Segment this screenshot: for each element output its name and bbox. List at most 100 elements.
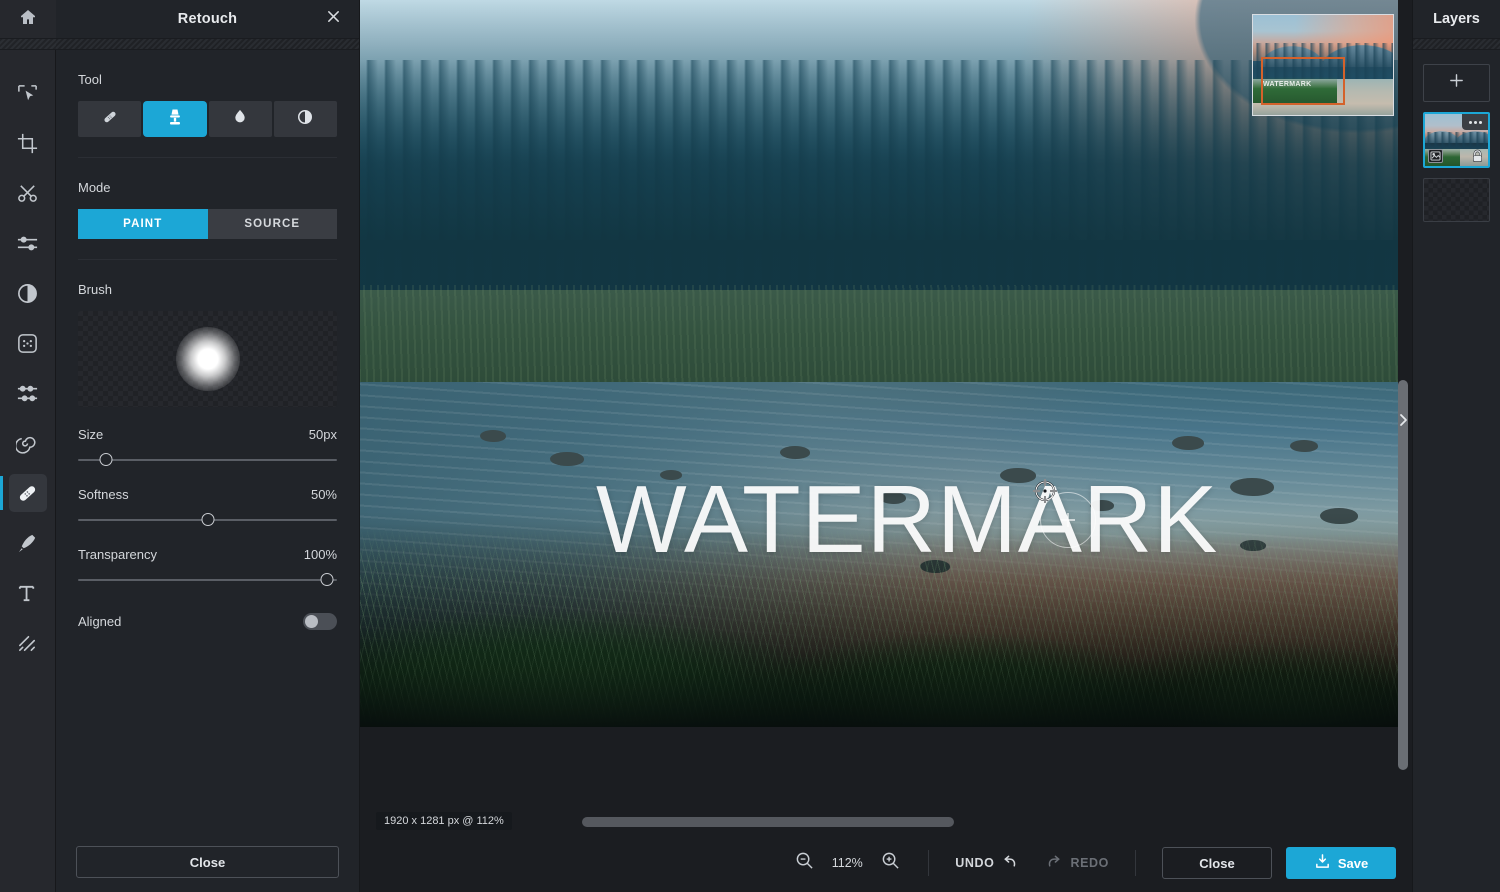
pen-nib-icon [9, 524, 47, 562]
slider-softness: Softness 50% [78, 487, 337, 527]
spiral-icon [9, 424, 47, 462]
retouch-panel: Retouch Tool [56, 0, 360, 892]
zoom-controls: 112% [792, 851, 902, 875]
contrast-circle-icon [9, 274, 47, 312]
home-button[interactable] [0, 0, 56, 38]
canvas-image[interactable]: WATERMARK [360, 0, 1398, 727]
layer-item-empty[interactable] [1423, 178, 1490, 222]
crop-icon [9, 124, 47, 162]
rail-separator [0, 38, 56, 50]
panel-close-button-bottom[interactable]: Close [76, 846, 339, 878]
color-mixer-icon [9, 374, 47, 412]
rail-tool-swirl[interactable] [0, 418, 56, 468]
slider-size-track[interactable] [78, 453, 337, 467]
tool-option-clone-stamp[interactable] [143, 101, 206, 137]
navigator-viewport-rect[interactable] [1261, 57, 1345, 105]
layer-menu-button[interactable] [1462, 114, 1488, 130]
rail-tool-text[interactable] [0, 568, 56, 618]
image-icon [1428, 149, 1443, 163]
rail-tool-adjust[interactable] [0, 218, 56, 268]
brush-preview[interactable] [78, 311, 337, 407]
save-button[interactable]: Save [1286, 847, 1396, 879]
slider-transparency-value: 100% [304, 547, 337, 562]
slider-softness-track[interactable] [78, 513, 337, 527]
slider-size-knob[interactable] [100, 453, 113, 466]
undo-button[interactable]: UNDO [955, 855, 1019, 872]
aligned-toggle[interactable] [303, 613, 337, 630]
water-drop-icon [230, 107, 250, 132]
undo-label: UNDO [955, 856, 994, 870]
close-x-icon [326, 9, 341, 29]
sliders-icon [9, 224, 47, 262]
chevron-right-icon [1398, 412, 1409, 433]
diagonal-stripes-icon [9, 624, 47, 662]
slider-transparency-knob[interactable] [320, 573, 333, 586]
save-label: Save [1338, 856, 1368, 871]
zoom-out-button[interactable] [792, 851, 816, 875]
rail-tool-crop[interactable] [0, 118, 56, 168]
tool-section-label: Tool [78, 72, 337, 87]
tool-option-heal[interactable] [78, 101, 141, 137]
more-dots-icon [1479, 121, 1482, 124]
bottom-toolbar: 112% UNDO [360, 834, 1412, 892]
download-save-icon [1314, 853, 1331, 873]
rail-tool-cut[interactable] [0, 168, 56, 218]
panel-title: Retouch [178, 11, 237, 27]
zoom-out-icon [795, 851, 814, 875]
slider-size-rail [78, 459, 337, 461]
rail-tool-effects[interactable] [0, 318, 56, 368]
canvas-stage[interactable]: WATERMARK [360, 0, 1412, 834]
close-button[interactable]: Close [1162, 847, 1272, 879]
add-layer-button[interactable] [1423, 64, 1490, 102]
rail-tool-retouch[interactable] [0, 468, 56, 518]
rail-tool-texture[interactable] [0, 618, 56, 668]
navigator-thumbnail[interactable]: WATERMARK [1252, 14, 1394, 116]
layer-item-image[interactable] [1423, 112, 1490, 168]
slider-softness-value: 50% [311, 487, 337, 502]
slider-softness-label: Softness [78, 487, 129, 502]
rail-tool-draw[interactable] [0, 518, 56, 568]
history-controls: UNDO REDO [955, 855, 1109, 872]
mode-option-source[interactable]: SOURCE [208, 209, 338, 239]
mode-section: Mode PAINT SOURCE [78, 158, 337, 260]
tool-section: Tool [78, 50, 337, 158]
slider-softness-knob[interactable] [201, 513, 214, 526]
tool-rail-list [0, 50, 56, 668]
zoom-in-icon [881, 851, 900, 875]
lock-icon[interactable] [1470, 148, 1484, 163]
tool-rail [0, 0, 56, 892]
rail-tool-select[interactable] [0, 68, 56, 118]
zoom-level-value: 112% [830, 856, 864, 870]
panel-expand-button[interactable] [1394, 398, 1412, 446]
redo-label: REDO [1070, 856, 1109, 870]
panel-separator [56, 38, 359, 50]
panel-footer: Close [56, 832, 359, 892]
brush-section-label: Brush [78, 282, 337, 297]
half-circle-icon [295, 107, 315, 132]
watermark-text: WATERMARK [596, 465, 1218, 575]
redo-button[interactable]: REDO [1045, 855, 1109, 872]
slider-transparency-label: Transparency [78, 547, 157, 562]
slider-transparency-rail [78, 579, 337, 581]
aligned-toggle-row: Aligned [78, 613, 337, 630]
editor-area: WATERMARK [360, 0, 1412, 892]
rail-tool-color-mix[interactable] [0, 368, 56, 418]
image-editor-window: Retouch Tool [0, 0, 1500, 892]
zoom-in-button[interactable] [878, 851, 902, 875]
stamp-icon [165, 107, 185, 132]
more-dots-icon [1469, 121, 1472, 124]
tool-option-dodge-burn[interactable] [274, 101, 337, 137]
panel-close-button[interactable] [323, 9, 343, 29]
mode-option-paint[interactable]: PAINT [78, 209, 208, 239]
panel-header: Retouch [56, 0, 359, 38]
bandage-icon [100, 107, 120, 132]
bandage-icon [9, 474, 47, 512]
tool-options [78, 101, 337, 137]
slider-transparency-track[interactable] [78, 573, 337, 587]
canvas-horizontal-scrollbar[interactable] [582, 817, 954, 827]
canvas-dimensions-status: 1920 x 1281 px @ 112% [376, 812, 512, 830]
brush-section: Brush Size 50px Softness [78, 260, 337, 650]
tool-option-blur[interactable] [209, 101, 272, 137]
rail-tool-contrast[interactable] [0, 268, 56, 318]
more-dots-icon [1474, 121, 1477, 124]
